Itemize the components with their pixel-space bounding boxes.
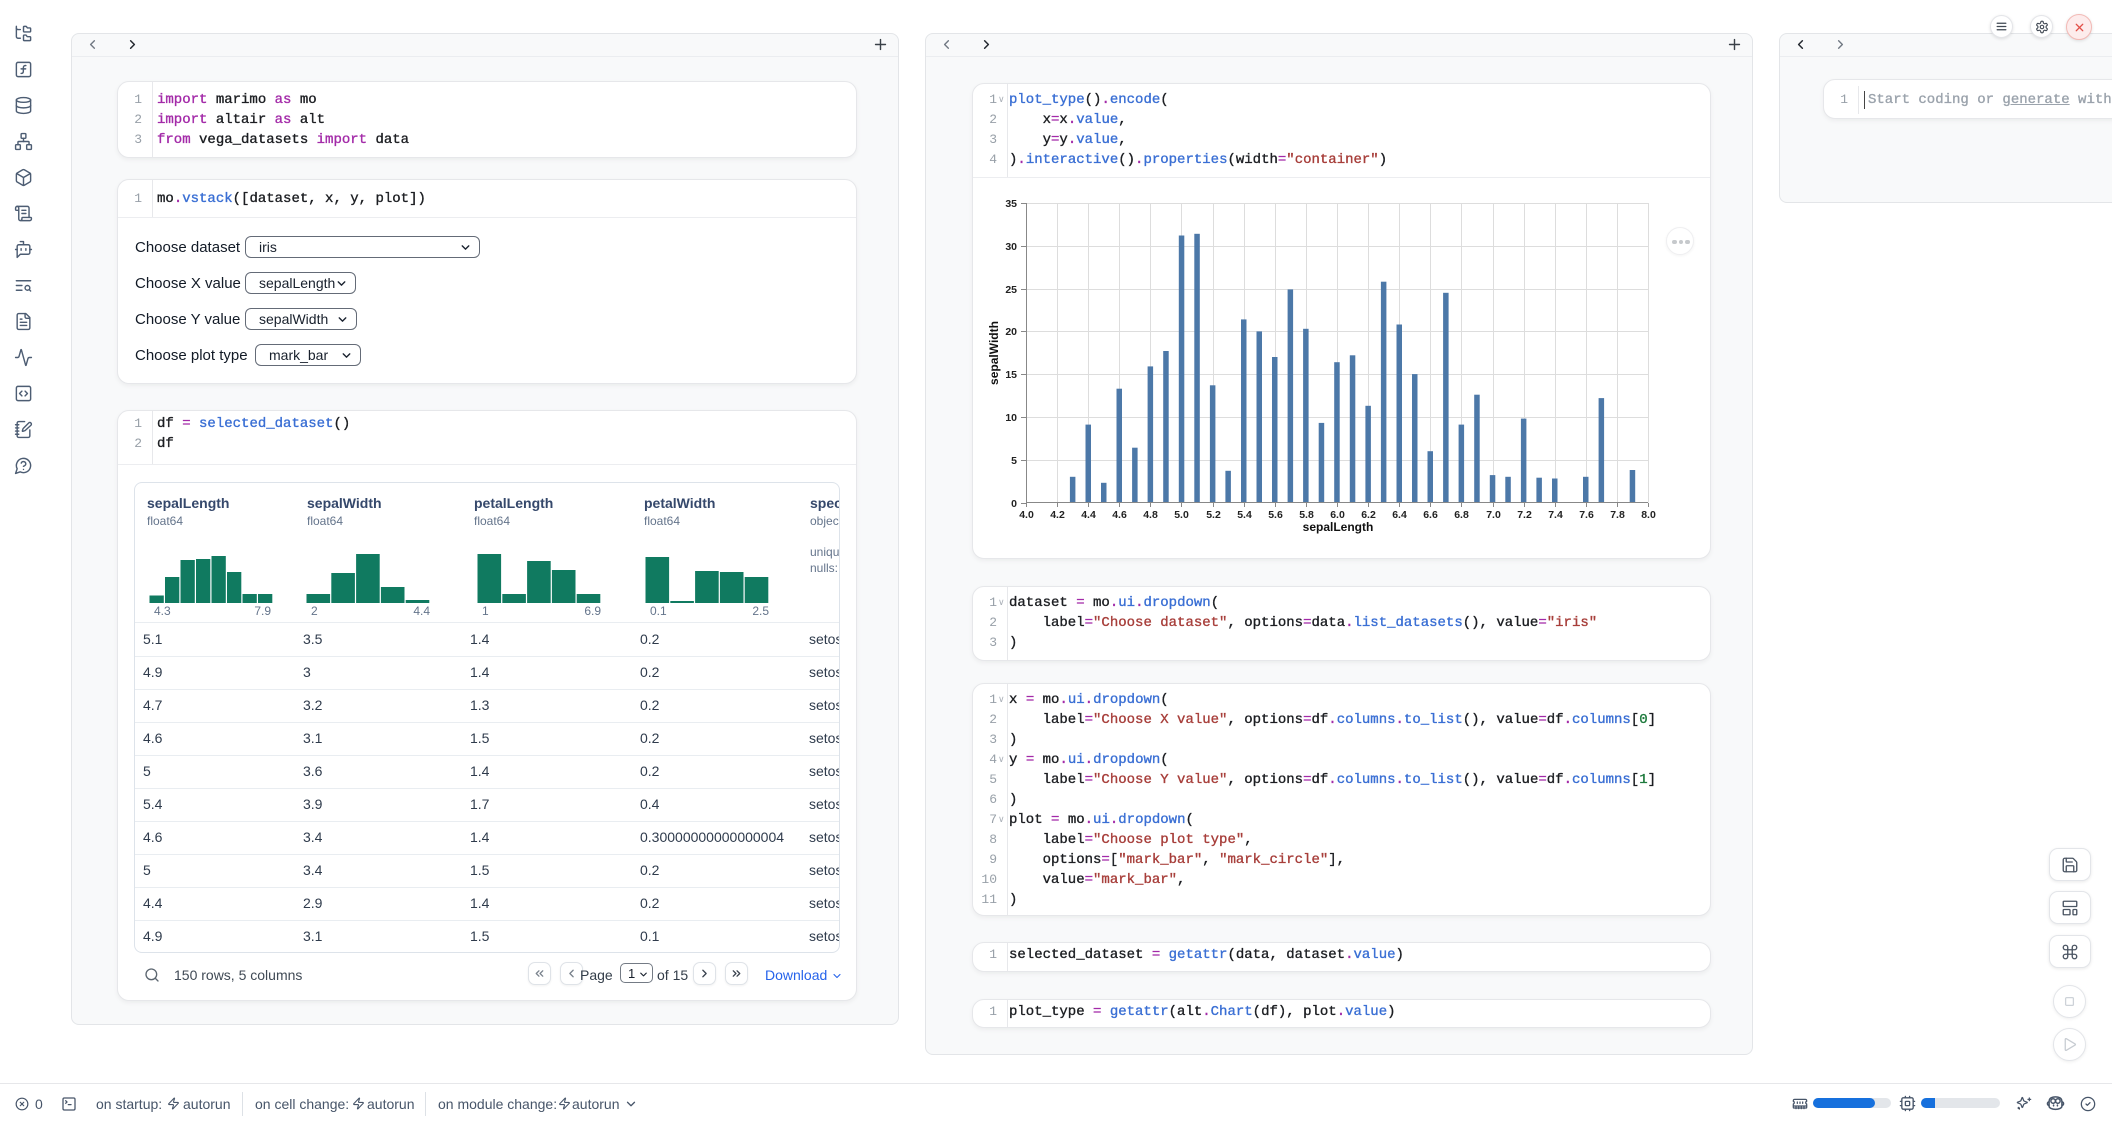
svg-text:8.0: 8.0: [1641, 509, 1656, 521]
svg-text:7.6: 7.6: [1579, 509, 1594, 521]
svg-text:0: 0: [1011, 498, 1017, 510]
svg-text:4.0: 4.0: [1019, 509, 1034, 521]
svg-text:35: 35: [1005, 198, 1017, 210]
svg-text:7.2: 7.2: [1517, 509, 1532, 521]
svg-text:5.2: 5.2: [1206, 509, 1221, 521]
svg-text:30: 30: [1005, 241, 1017, 253]
svg-text:20: 20: [1005, 326, 1017, 338]
svg-text:5.4: 5.4: [1237, 509, 1252, 521]
svg-text:7.4: 7.4: [1548, 509, 1563, 521]
svg-text:7.8: 7.8: [1610, 509, 1625, 521]
svg-text:5: 5: [1011, 455, 1017, 467]
svg-text:4.4: 4.4: [1081, 509, 1096, 521]
svg-text:6.8: 6.8: [1454, 509, 1469, 521]
svg-text:sepalWidth: sepalWidth: [987, 321, 1001, 385]
svg-text:7.0: 7.0: [1486, 509, 1501, 521]
svg-text:4.2: 4.2: [1050, 509, 1065, 521]
svg-text:4.6: 4.6: [1112, 509, 1127, 521]
svg-text:5.6: 5.6: [1268, 509, 1283, 521]
svg-text:25: 25: [1005, 284, 1017, 296]
svg-text:6.4: 6.4: [1392, 509, 1407, 521]
svg-text:4.8: 4.8: [1143, 509, 1158, 521]
svg-text:10: 10: [1005, 412, 1017, 424]
svg-text:5.0: 5.0: [1174, 509, 1189, 521]
svg-text:6.6: 6.6: [1423, 509, 1438, 521]
svg-text:15: 15: [1005, 369, 1017, 381]
svg-text:sepalLength: sepalLength: [1303, 520, 1374, 534]
